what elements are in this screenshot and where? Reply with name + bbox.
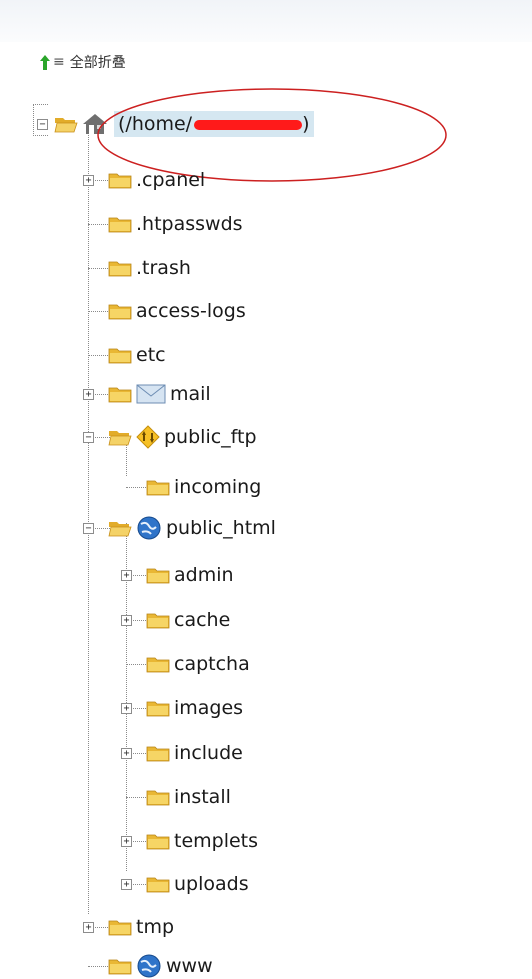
expand-toggle[interactable]: +: [121, 615, 132, 626]
folder-icon: [146, 790, 170, 806]
tree-node[interactable]: etc: [108, 342, 166, 368]
open-folder-icon: [108, 431, 132, 446]
file-tree: − (/home/) .cpanel + .htpasswds .trash acces…: [0, 0, 532, 979]
folder-icon: [146, 834, 170, 850]
folder-icon: [146, 657, 170, 673]
collapse-toggle[interactable]: −: [83, 523, 94, 534]
folder-icon: [146, 746, 170, 762]
tree-node[interactable]: tmp: [108, 914, 174, 940]
open-folder-icon: [108, 522, 132, 537]
tree-node[interactable]: admin: [146, 562, 234, 588]
ftp-icon: [136, 425, 160, 449]
globe-icon: [137, 516, 161, 540]
folder-icon: [146, 701, 170, 717]
folder-icon: [146, 568, 170, 584]
collapse-toggle[interactable]: −: [83, 432, 94, 443]
tree-node-label[interactable]: access-logs: [136, 300, 246, 322]
folder-icon: [108, 348, 132, 364]
expand-toggle[interactable]: +: [83, 175, 94, 186]
tree-node-label[interactable]: uploads: [174, 873, 249, 895]
tree-node-label[interactable]: tmp: [136, 916, 174, 938]
globe-icon: [137, 954, 161, 978]
tree-node[interactable]: templets: [146, 828, 258, 854]
tree-node[interactable]: incoming: [146, 474, 261, 500]
tree-node-label[interactable]: images: [174, 697, 243, 719]
folder-icon: [108, 959, 132, 975]
tree-line: [88, 224, 110, 225]
folder-icon: [108, 920, 132, 936]
tree-node[interactable]: mail: [108, 381, 211, 407]
tree-line: [126, 797, 148, 798]
tree-node-label[interactable]: incoming: [174, 476, 261, 498]
tree-node[interactable]: .htpasswds: [108, 211, 243, 237]
folder-icon: [108, 173, 132, 189]
tree-node[interactable]: public_ftp: [108, 424, 257, 450]
tree-node[interactable]: captcha: [146, 651, 250, 677]
tree-line: [88, 268, 110, 269]
folder-icon: [146, 877, 170, 893]
tree-node[interactable]: public_html: [108, 515, 276, 541]
tree-node-label[interactable]: admin: [174, 564, 234, 586]
tree-node[interactable]: images: [146, 695, 243, 721]
tree-line: [126, 487, 148, 488]
expand-toggle[interactable]: +: [121, 836, 132, 847]
tree-node-label[interactable]: install: [174, 786, 231, 808]
tree-node-label[interactable]: public_html: [166, 517, 276, 539]
tree-node-label[interactable]: www: [166, 955, 213, 977]
tree-node-label[interactable]: .cpanel: [136, 169, 205, 191]
folder-icon: [146, 613, 170, 629]
tree-node[interactable]: access-logs: [108, 298, 246, 324]
tree-node[interactable]: uploads: [146, 871, 249, 897]
expand-toggle[interactable]: +: [121, 570, 132, 581]
tree-node-label[interactable]: etc: [136, 344, 166, 366]
tree-node-label[interactable]: .htpasswds: [136, 213, 243, 235]
expand-toggle[interactable]: +: [83, 922, 94, 933]
tree-line: [126, 664, 148, 665]
tree-node-label[interactable]: public_ftp: [164, 426, 257, 448]
folder-icon: [108, 217, 132, 233]
tree-node[interactable]: include: [146, 740, 243, 766]
collapse-toggle[interactable]: −: [37, 118, 48, 130]
expand-toggle[interactable]: +: [121, 879, 132, 890]
expand-toggle[interactable]: +: [121, 703, 132, 714]
expand-toggle[interactable]: +: [121, 748, 132, 759]
tree-node-label[interactable]: include: [174, 742, 243, 764]
tree-line: [88, 966, 110, 967]
tree-node[interactable]: .trash: [108, 255, 191, 281]
folder-icon: [146, 480, 170, 496]
tree-node[interactable]: cache: [146, 607, 230, 633]
open-folder-icon: [54, 118, 78, 133]
folder-icon: [108, 304, 132, 320]
tree-node-label[interactable]: cache: [174, 609, 230, 631]
expand-toggle[interactable]: +: [83, 389, 94, 400]
tree-node[interactable]: install: [146, 784, 231, 810]
tree-node-label[interactable]: templets: [174, 830, 258, 852]
tree-node-label[interactable]: .trash: [136, 257, 191, 279]
tree-line: [88, 311, 110, 312]
tree-node[interactable]: www: [108, 953, 213, 979]
envelope-icon: [136, 384, 166, 404]
tree-line: [88, 355, 110, 356]
tree-node-label[interactable]: captcha: [174, 653, 250, 675]
tree-node[interactable]: .cpanel: [108, 167, 205, 193]
folder-icon: [108, 387, 132, 403]
folder-icon: [108, 261, 132, 277]
tree-node-label[interactable]: mail: [170, 383, 211, 405]
